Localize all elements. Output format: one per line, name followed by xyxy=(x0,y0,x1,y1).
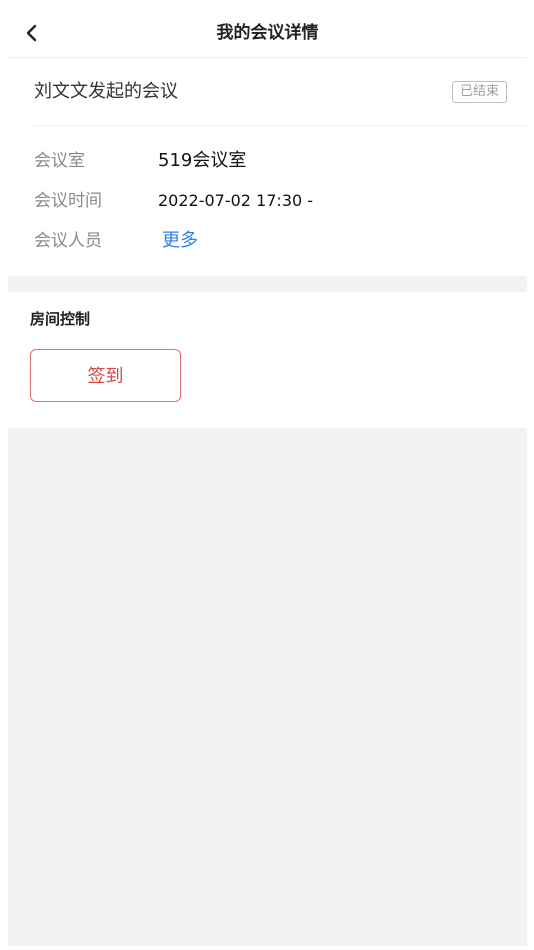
meeting-organizer-text: 刘文文发起的会议 xyxy=(34,81,178,102)
room-control-title: 房间控制 xyxy=(30,310,91,328)
back-button[interactable] xyxy=(20,21,44,45)
divider xyxy=(34,125,527,126)
page-title: 我的会议详情 xyxy=(216,23,319,43)
top-navigation-bar: 我的会议详情 xyxy=(8,10,527,58)
meeting-time-value: 2022-07-02 17:30 - xyxy=(158,191,314,210)
meeting-room-label: 会议室 xyxy=(34,151,85,171)
meeting-members-label: 会议人员 xyxy=(34,231,102,251)
meeting-info-card: 刘文文发起的会议 已结束 会议室 519会议室 会议时间 2022-07-02 … xyxy=(8,58,527,276)
more-members-link[interactable]: 更多 xyxy=(162,228,198,254)
chevron-left-icon xyxy=(26,24,37,42)
status-badge: 已结束 xyxy=(451,81,507,103)
meeting-room-value: 519会议室 xyxy=(158,150,247,171)
room-control-card: 房间控制 签到 xyxy=(8,292,527,428)
checkin-button[interactable]: 签到 xyxy=(30,349,181,402)
page: 我的会议详情 刘文文发起的会议 已结束 会议室 519会议室 会议时间 2022… xyxy=(8,10,527,946)
meeting-time-label: 会议时间 xyxy=(34,191,102,211)
